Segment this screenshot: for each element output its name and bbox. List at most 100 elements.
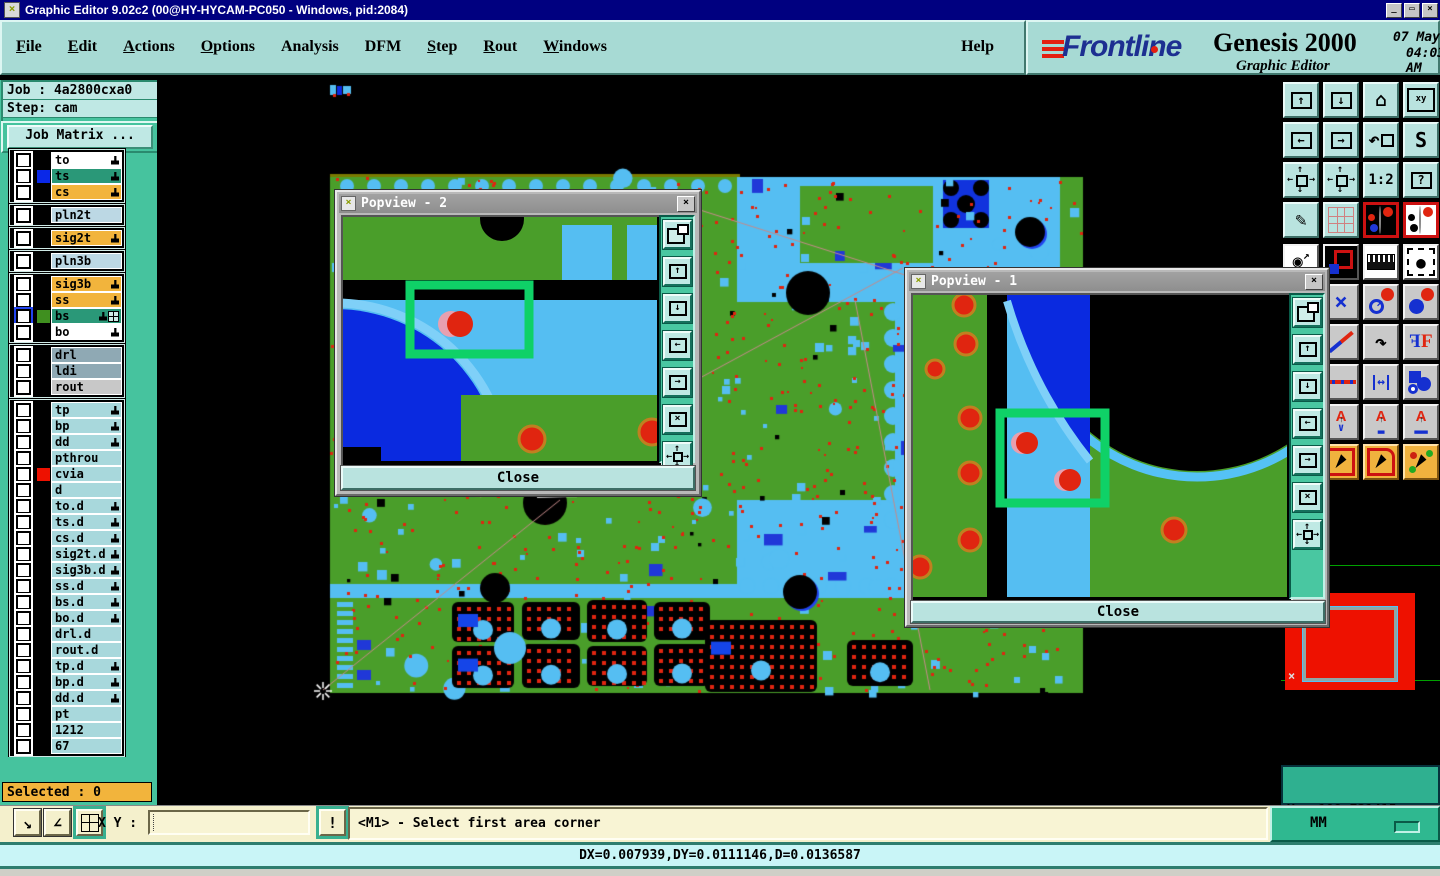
layer-name-sig2t[interactable]: sig2t: [51, 230, 122, 246]
view-paste-up-button[interactable]: ↑: [1283, 82, 1319, 118]
layer-color-swatch[interactable]: [37, 451, 50, 465]
layer-checkbox-bp.d[interactable]: [14, 672, 33, 692]
layer-row-drl.d[interactable]: drl.d: [12, 624, 122, 644]
mirror-ff-button[interactable]: FF: [1403, 324, 1439, 360]
layer-checkbox-67[interactable]: [14, 736, 33, 756]
layer-row-to.d[interactable]: to.d: [12, 496, 122, 516]
layer-checkbox-ss.d[interactable]: [14, 576, 33, 596]
layer-name-cs[interactable]: cs: [51, 184, 122, 200]
popview-1-close-button[interactable]: Close: [911, 601, 1325, 623]
layer-color-swatch[interactable]: [37, 309, 50, 323]
layer-checkbox-ldi[interactable]: [14, 361, 33, 381]
layer-color-swatch[interactable]: [37, 547, 50, 561]
layer-color-swatch[interactable]: [37, 691, 50, 705]
layer-row-drl[interactable]: drl: [12, 345, 122, 365]
layer-color-swatch[interactable]: [37, 723, 50, 737]
layer-color-swatch[interactable]: [37, 595, 50, 609]
layer-name-tp[interactable]: tp: [51, 402, 122, 418]
rotate-button[interactable]: ↷: [1363, 324, 1399, 360]
layer-row-bo[interactable]: bo: [12, 322, 122, 342]
popview-2-titlebar[interactable]: × Popview - 2 ×: [339, 194, 697, 213]
layer-color-swatch[interactable]: [37, 277, 50, 291]
layer-name-ts.d[interactable]: ts.d: [51, 514, 122, 530]
layer-name-pln2t[interactable]: pln2t: [51, 207, 122, 223]
popview-fit-icon[interactable]: ×: [663, 405, 692, 434]
layer-checkbox-rout[interactable]: [14, 377, 33, 397]
layer-checkbox-bs[interactable]: [14, 306, 33, 326]
layer-color-swatch[interactable]: [37, 483, 50, 497]
angle-measure-button[interactable]: ∠: [44, 809, 71, 836]
menu-step[interactable]: Step: [427, 38, 457, 56]
layer-color-swatch[interactable]: [37, 579, 50, 593]
layer-name-pln3b[interactable]: pln3b: [51, 253, 122, 269]
layer-color-swatch[interactable]: [37, 231, 50, 245]
popview-2-close-button[interactable]: Close: [341, 466, 695, 490]
layer-checkbox-cs.d[interactable]: [14, 528, 33, 548]
popview-zoom-out-icon[interactable]: ↓: [663, 294, 692, 323]
layer-checkbox-sig3b.d[interactable]: [14, 560, 33, 580]
layer-checkbox-ts[interactable]: [14, 166, 33, 186]
layer-color-swatch[interactable]: [37, 364, 50, 378]
popview-2-view[interactable]: [158, 197, 667, 652]
layer-checkbox-sig2t.d[interactable]: [14, 544, 33, 564]
popview-pan-icon[interactable]: ↑ ↓ ← →: [1293, 520, 1322, 549]
shift-view-right-button[interactable]: →: [1323, 122, 1359, 158]
blue-pads-button[interactable]: [1403, 364, 1439, 400]
layer-name-ldi[interactable]: ldi: [51, 363, 122, 379]
layer-row-67[interactable]: 67: [12, 736, 122, 756]
layer-color-swatch[interactable]: [37, 403, 50, 417]
layer-name-bs.d[interactable]: bs.d: [51, 594, 122, 610]
layer-color-swatch[interactable]: [37, 153, 50, 167]
select-poly-orange-button[interactable]: [1363, 444, 1399, 480]
layer-name-to[interactable]: to: [51, 152, 122, 168]
layer-name-tp.d[interactable]: tp.d: [51, 658, 122, 674]
layer-checkbox-bp[interactable]: [14, 416, 33, 436]
popview-fit-icon[interactable]: ×: [1293, 483, 1322, 512]
layer-name-ss[interactable]: ss: [51, 292, 122, 308]
layer-name-drl[interactable]: drl: [51, 347, 122, 363]
layer-row-1212[interactable]: 1212: [12, 720, 122, 740]
layer-name-67[interactable]: 67: [51, 738, 122, 754]
popview-zoom-in-icon[interactable]: ↑: [1293, 335, 1322, 364]
layer-name-bs[interactable]: bs: [51, 308, 122, 324]
layer-name-sig2t.d[interactable]: sig2t.d: [51, 546, 122, 562]
layer-color-swatch[interactable]: [37, 739, 50, 753]
layer-row-to[interactable]: to: [12, 150, 122, 170]
layer-name-sig3b[interactable]: sig3b: [51, 276, 122, 292]
layer-name-ts[interactable]: ts: [51, 168, 122, 184]
popview-shift-left-icon[interactable]: ←: [663, 331, 692, 360]
layer-name-bp.d[interactable]: bp.d: [51, 674, 122, 690]
popview-copy-icon[interactable]: [1293, 298, 1322, 327]
layer-checkbox-cvia[interactable]: [14, 464, 33, 484]
warning-button[interactable]: !: [319, 809, 346, 836]
popview-zoom-in-icon[interactable]: ↑: [663, 257, 692, 286]
copy-filled-circle-button[interactable]: ↗: [1403, 284, 1439, 320]
layer-row-ts.d[interactable]: ts.d: [12, 512, 122, 532]
layer-row-ts[interactable]: ts: [12, 166, 122, 186]
layer-name-cs.d[interactable]: cs.d: [51, 530, 122, 546]
minimize-button[interactable]: _: [1386, 2, 1402, 18]
layer-row-ldi[interactable]: ldi: [12, 361, 122, 381]
layer-row-pthrou[interactable]: pthrou: [12, 448, 122, 468]
popview-1-close-icon[interactable]: ×: [1305, 273, 1323, 290]
layer-name-rout.d[interactable]: rout.d: [51, 642, 122, 658]
layer-name-bo[interactable]: bo: [51, 324, 122, 340]
layer-color-swatch[interactable]: [37, 254, 50, 268]
layer-name-bo.d[interactable]: bo.d: [51, 610, 122, 626]
layer-row-tp.d[interactable]: tp.d: [12, 656, 122, 676]
copy-open-circle-button[interactable]: ↗: [1363, 284, 1399, 320]
menu-help[interactable]: Help: [961, 38, 994, 56]
layer-color-swatch[interactable]: [37, 499, 50, 513]
netlist-view-b-button[interactable]: [1403, 202, 1439, 238]
layer-color-swatch[interactable]: [37, 611, 50, 625]
layer-color-swatch[interactable]: [37, 531, 50, 545]
layer-color-swatch[interactable]: [37, 348, 50, 362]
select-net-orange-button[interactable]: [1403, 444, 1439, 480]
layer-color-swatch[interactable]: [37, 185, 50, 199]
layer-name-pthrou[interactable]: pthrou: [51, 450, 122, 466]
layer-color-swatch[interactable]: [37, 643, 50, 657]
pad-select-button[interactable]: ●: [1403, 244, 1439, 280]
layer-row-bs.d[interactable]: bs.d: [12, 592, 122, 612]
layer-row-bp.d[interactable]: bp.d: [12, 672, 122, 692]
layer-row-sig3b[interactable]: sig3b: [12, 274, 122, 294]
